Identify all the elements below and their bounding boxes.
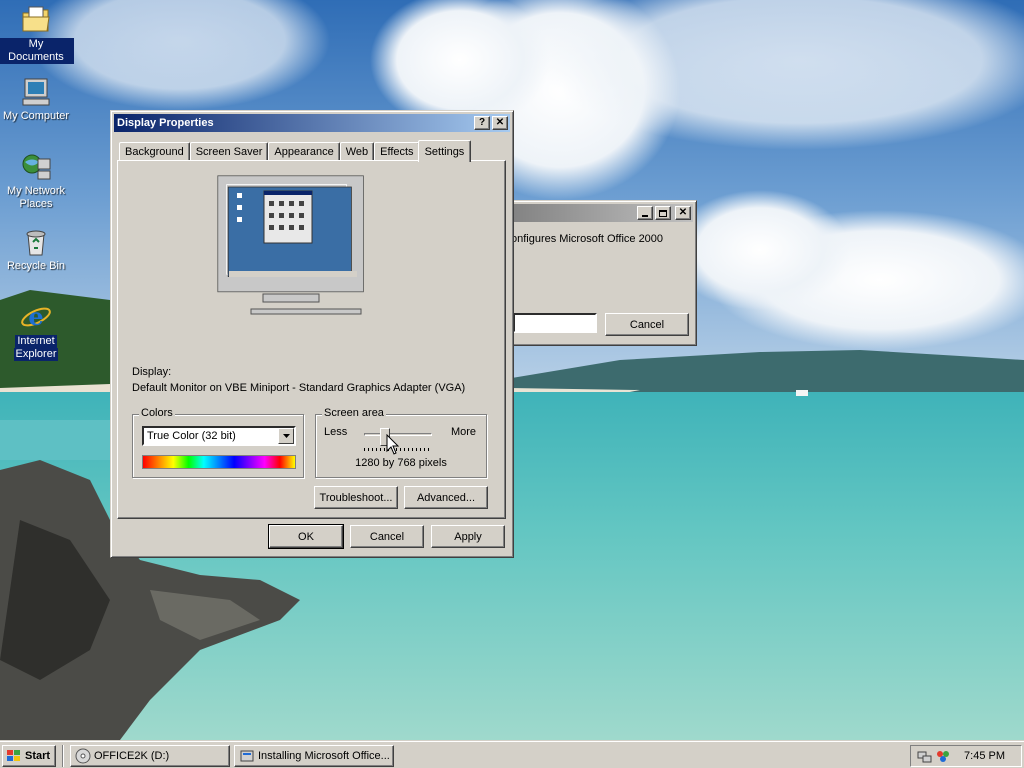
system-tray: 7:45 PM (910, 745, 1022, 767)
network-tray-icon[interactable] (917, 748, 933, 764)
screen-area-legend: Screen area (322, 407, 386, 419)
tab-settings[interactable]: Settings (417, 140, 472, 162)
slider-more-label: More (450, 426, 476, 438)
taskbar-item-label: OFFICE2K (D:) (94, 750, 170, 762)
start-button[interactable]: Start (2, 745, 56, 767)
network-places-icon (22, 154, 51, 180)
troubleshoot-button[interactable]: Troubleshoot... (314, 486, 398, 509)
internet-explorer-icon: e (21, 302, 51, 331)
desktop-icon-label: Recycle Bin (6, 260, 66, 272)
start-label: Start (25, 750, 51, 762)
office-setup-cancel-button[interactable]: Cancel (605, 313, 689, 336)
display-properties-titlebar[interactable]: Display Properties ? ✕ (114, 114, 510, 132)
svg-text:e: e (28, 302, 43, 331)
screen-area-group: Screen area Less More 1280 by 768 pixels (315, 407, 487, 478)
mouse-cursor-icon (386, 434, 400, 455)
desktop-icon-label: Internet (15, 335, 57, 348)
help-icon: ? (478, 117, 486, 128)
close-icon: ✕ (495, 117, 505, 128)
taskbar: Start OFFICE2K (D:) Installing Microsoft… (0, 740, 1024, 768)
minimize-icon (642, 215, 648, 217)
office-setup-progress-field (513, 313, 597, 333)
tab-web[interactable]: Web (339, 142, 375, 161)
help-button[interactable]: ? (474, 116, 490, 130)
tab-strip: Background Screen Saver Appearance Web E… (119, 140, 472, 162)
monitor-preview (217, 175, 364, 315)
dialog-title: Display Properties (117, 117, 214, 129)
desktop-icon-internet-explorer[interactable]: e Internet Explorer (0, 301, 74, 361)
settings-tab-panel: Display: Default Monitor on VBE Miniport… (117, 160, 506, 519)
desktop-icon-my-computer[interactable]: My Computer (0, 76, 74, 123)
display-properties-dialog[interactable]: Display Properties ? ✕ Background Screen… (110, 110, 514, 558)
cancel-button[interactable]: Cancel (350, 525, 424, 548)
cd-drive-icon (75, 748, 91, 764)
dropdown-arrow-button[interactable] (278, 428, 294, 444)
taskbar-separator (62, 745, 64, 767)
recycle-bin-icon (26, 230, 46, 256)
desktop-icon-label: Explorer (13, 348, 59, 361)
windows-logo-icon (7, 750, 20, 761)
apply-button[interactable]: Apply (431, 525, 505, 548)
chevron-down-icon (282, 434, 290, 438)
minimize-button[interactable] (637, 206, 653, 220)
advanced-button[interactable]: Advanced... (404, 486, 488, 509)
close-button[interactable]: ✕ (492, 116, 508, 130)
office-setup-window[interactable]: ✕ onfigures Microsoft Office 2000 Cancel (500, 200, 697, 346)
office-setup-message: onfigures Microsoft Office 2000 (511, 233, 664, 245)
close-button[interactable]: ✕ (675, 206, 691, 220)
slider-less-label: Less (324, 426, 348, 438)
desktop-icon-my-documents[interactable]: My Documents (0, 4, 74, 64)
desktop-icon-label: My Network (6, 185, 66, 197)
clock[interactable]: 7:45 PM (964, 750, 1005, 762)
tab-appearance[interactable]: Appearance (268, 142, 340, 161)
tab-background[interactable]: Background (119, 142, 190, 161)
desktop-icon-label: Places (19, 198, 53, 210)
resolution-text: 1280 by 768 pixels (355, 457, 447, 469)
color-depth-select[interactable]: True Color (32 bit) (142, 426, 296, 446)
colors-group: Colors True Color (32 bit) (132, 407, 304, 478)
desktop-icon-recycle-bin[interactable]: Recycle Bin (0, 226, 74, 273)
display-adapter-value: Default Monitor on VBE Miniport - Standa… (132, 382, 466, 394)
taskbar-item-installing-office[interactable]: Installing Microsoft Office... (234, 745, 394, 767)
maximize-button[interactable] (655, 206, 671, 220)
color-spectrum-bar (142, 455, 296, 469)
tab-effects[interactable]: Effects (374, 142, 420, 161)
desktop-icon-my-network-places[interactable]: My Network Places (0, 151, 74, 211)
tab-screen-saver[interactable]: Screen Saver (189, 142, 269, 161)
folder-documents-icon (22, 6, 50, 32)
computer-icon (22, 78, 50, 106)
close-icon: ✕ (678, 207, 688, 218)
taskbar-item-office2k[interactable]: OFFICE2K (D:) (70, 745, 230, 767)
installer-icon (240, 750, 254, 762)
desktop-icon-label: My Documents (0, 38, 74, 64)
ok-button[interactable]: OK (268, 524, 344, 549)
office-setup-titlebar[interactable]: ✕ (504, 204, 693, 222)
taskbar-item-label: Installing Microsoft Office... (258, 750, 390, 762)
maximize-icon (659, 209, 667, 217)
display-label: Display: (132, 366, 172, 378)
messenger-tray-icon[interactable] (935, 748, 951, 764)
desktop-icon-label: My Computer (2, 110, 70, 122)
color-depth-value: True Color (32 bit) (147, 430, 236, 442)
colors-legend: Colors (139, 407, 175, 419)
